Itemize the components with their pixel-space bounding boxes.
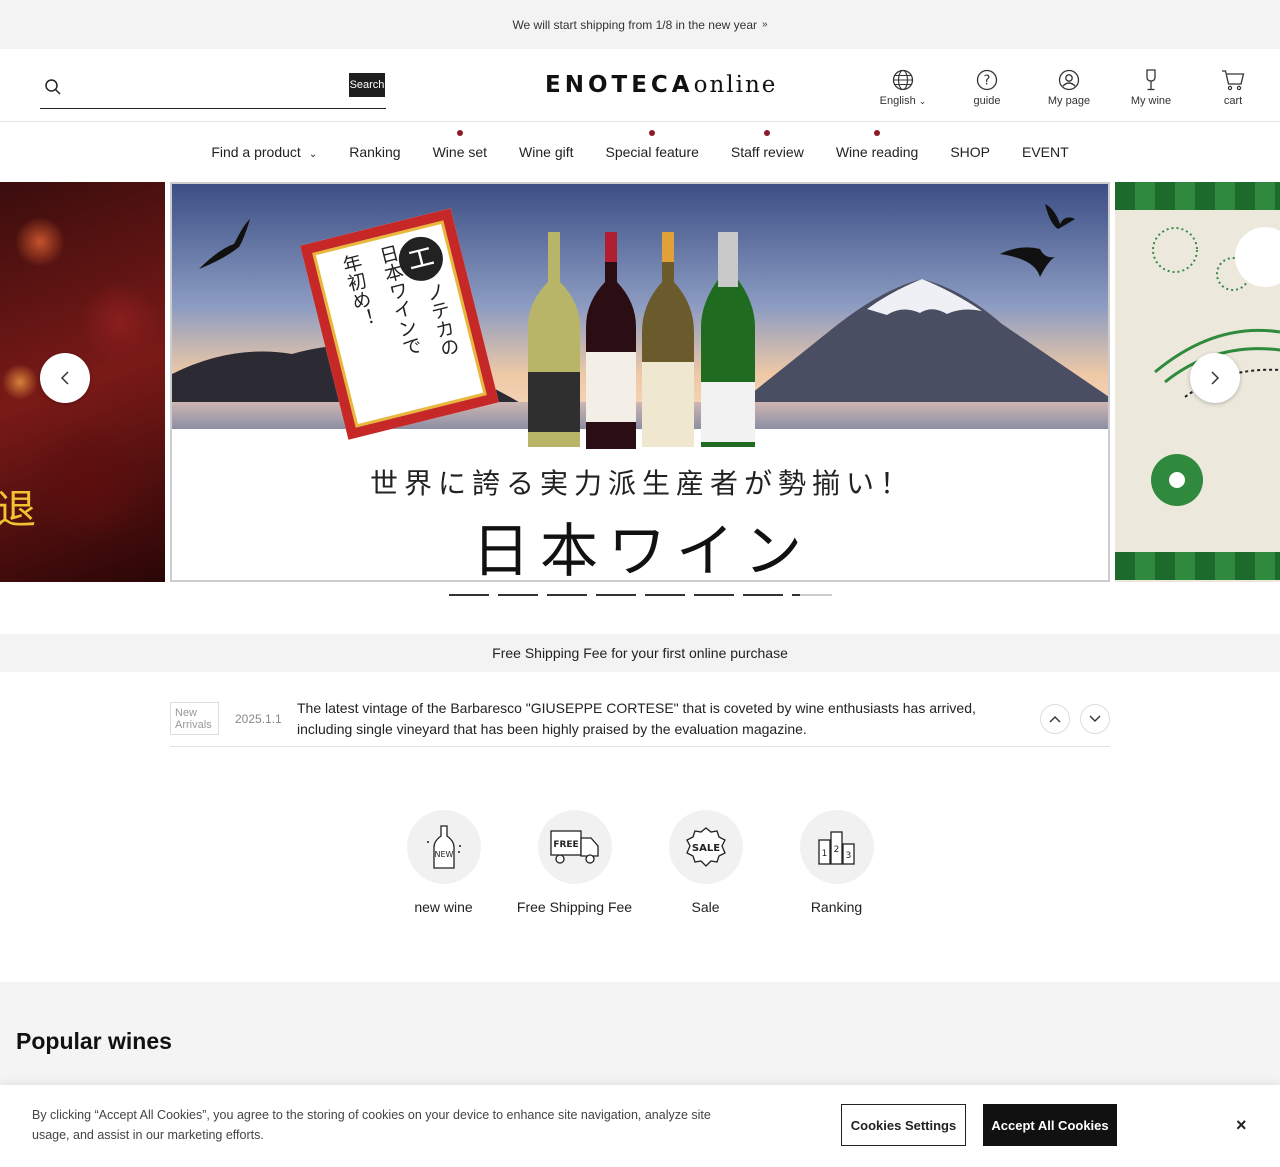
chevron-down-icon: ⌄ xyxy=(918,96,927,106)
new-arrivals-badge: New Arrivals xyxy=(170,702,219,735)
accept-all-cookies-button[interactable]: Accept All Cookies xyxy=(983,1104,1117,1146)
double-chevron-right-icon: » xyxy=(762,19,768,30)
nav-special-feature[interactable]: Special feature xyxy=(606,130,699,160)
chevron-left-icon xyxy=(60,371,69,385)
hero-carousel: 退 エ ノテカの 日本ワインで 年初め！ 世界に誇る実力派生産者が勢揃い！ 日本… xyxy=(0,182,1280,582)
svg-text:NEW: NEW xyxy=(434,850,453,859)
globe-icon xyxy=(892,69,914,91)
site-logo[interactable]: ENOTECAonline xyxy=(545,71,777,98)
carousel-dot[interactable] xyxy=(449,594,489,596)
new-dot xyxy=(456,130,463,136)
search-icon[interactable] xyxy=(44,78,62,96)
nav-staff-review[interactable]: Staff review xyxy=(731,130,804,160)
svg-text:?: ? xyxy=(984,74,991,89)
search-input[interactable] xyxy=(70,75,340,99)
guide-link[interactable]: ? guide xyxy=(951,69,1023,107)
news-next-button[interactable] xyxy=(1080,704,1110,734)
svg-text:1: 1 xyxy=(821,849,827,859)
svg-text:FREE: FREE xyxy=(553,840,578,850)
stripe-pattern xyxy=(1115,552,1280,580)
user-icon xyxy=(1058,69,1080,91)
help-icon: ? xyxy=(976,69,998,91)
announcement-bar[interactable]: We will start shipping from 1/8 in the n… xyxy=(0,0,1280,49)
search-button[interactable]: Search xyxy=(349,73,385,97)
stripe-pattern xyxy=(1115,182,1280,210)
quick-link-new-wine[interactable]: NEW new wine xyxy=(378,810,509,915)
promo-bar[interactable]: Free Shipping Fee for your first online … xyxy=(0,634,1280,672)
carousel-next-button[interactable] xyxy=(1190,353,1240,403)
section-title: Popular wines xyxy=(16,1028,172,1054)
carousel-pagination xyxy=(449,594,832,596)
svg-text:SALE: SALE xyxy=(691,843,719,854)
carousel-prev-button[interactable] xyxy=(40,353,90,403)
svg-text:3: 3 xyxy=(845,851,851,861)
news-prev-button[interactable] xyxy=(1040,704,1070,734)
announcement-text: We will start shipping from 1/8 in the n… xyxy=(512,17,757,32)
carousel-dot[interactable] xyxy=(694,594,734,596)
carousel-dot[interactable] xyxy=(596,594,636,596)
carousel-slide-current[interactable]: エ ノテカの 日本ワインで 年初め！ 世界に誇る実力派生産者が勢揃い！ 日本ワイ… xyxy=(170,182,1110,582)
crane-bird-image xyxy=(1000,204,1075,277)
new-wine-icon: NEW xyxy=(426,825,461,869)
new-dot xyxy=(649,130,656,136)
svg-text:2: 2 xyxy=(833,845,839,855)
search-bar: Search xyxy=(40,71,386,109)
quick-link-ranking[interactable]: 1 2 3 Ranking xyxy=(771,810,902,915)
wine-bottle-image xyxy=(528,232,580,447)
nav-wine-reading[interactable]: Wine reading xyxy=(836,130,918,160)
sale-badge-icon: SALE xyxy=(685,827,726,867)
my-wine-link[interactable]: My wine xyxy=(1115,69,1187,107)
promo-text: Free Shipping Fee for your first online … xyxy=(492,645,788,661)
ranking-podium-icon: 1 2 3 xyxy=(817,831,855,865)
my-page-link[interactable]: My page xyxy=(1033,69,1105,107)
cookies-settings-button[interactable]: Cookies Settings xyxy=(841,1104,966,1146)
carousel-dot[interactable] xyxy=(547,594,587,596)
quick-links: NEW new wine FREE Free Shipping Fee SALE… xyxy=(0,810,1280,915)
chevron-up-icon xyxy=(1049,716,1061,723)
wine-bottle-image xyxy=(586,232,636,449)
nav-ranking[interactable]: Ranking xyxy=(349,144,400,160)
chevron-down-icon: ⌄ xyxy=(308,149,318,160)
carousel-dot[interactable] xyxy=(743,594,783,596)
news-date: 2025.1.1 xyxy=(235,712,282,726)
banner-tagline: 世界に誇る実力派生産者が勢揃い！ xyxy=(369,467,914,500)
nav-wine-gift[interactable]: Wine gift xyxy=(519,144,573,160)
nav-event[interactable]: EVENT xyxy=(1022,144,1069,160)
news-link[interactable]: The latest vintage of the Barbaresco "GI… xyxy=(297,698,1017,740)
carousel-dot[interactable] xyxy=(645,594,685,596)
quick-link-sale[interactable]: SALE Sale xyxy=(640,810,771,915)
cookie-banner: By clicking “Accept All Cookies”, you ag… xyxy=(0,1085,1280,1167)
wine-bottle-image xyxy=(701,232,755,447)
cart-link[interactable]: cart xyxy=(1197,69,1269,107)
chevron-right-icon xyxy=(1211,371,1220,385)
quick-link-free-shipping[interactable]: FREE Free Shipping Fee xyxy=(509,810,640,915)
news-ticker: New Arrivals 2025.1.1 The latest vintage… xyxy=(170,692,1110,747)
site-header: Search ENOTECAonline English ⌄ ? guide M… xyxy=(0,49,1280,122)
new-dot xyxy=(874,130,881,136)
banner-title: 日本ワイン xyxy=(471,517,812,582)
cookie-text: By clicking “Accept All Cookies”, you ag… xyxy=(32,1108,711,1142)
wine-bottle-image xyxy=(642,232,694,447)
wine-glass-icon xyxy=(1146,69,1156,91)
language-selector[interactable]: English ⌄ xyxy=(867,69,939,107)
nav-shop[interactable]: SHOP xyxy=(950,144,990,160)
nav-find-a-product[interactable]: Find a product ⌄ xyxy=(211,144,317,160)
new-dot xyxy=(764,130,771,136)
crane-bird-image xyxy=(199,219,250,269)
carousel-dot-active[interactable] xyxy=(792,594,832,596)
close-icon[interactable]: × xyxy=(1236,1115,1247,1136)
carousel-dot[interactable] xyxy=(498,594,538,596)
chevron-down-icon xyxy=(1089,715,1101,722)
cart-icon xyxy=(1222,70,1245,91)
main-nav: Find a product ⌄ Ranking Wine set Wine gi… xyxy=(0,122,1280,182)
nav-wine-set[interactable]: Wine set xyxy=(433,130,487,160)
free-shipping-truck-icon: FREE xyxy=(549,830,599,864)
